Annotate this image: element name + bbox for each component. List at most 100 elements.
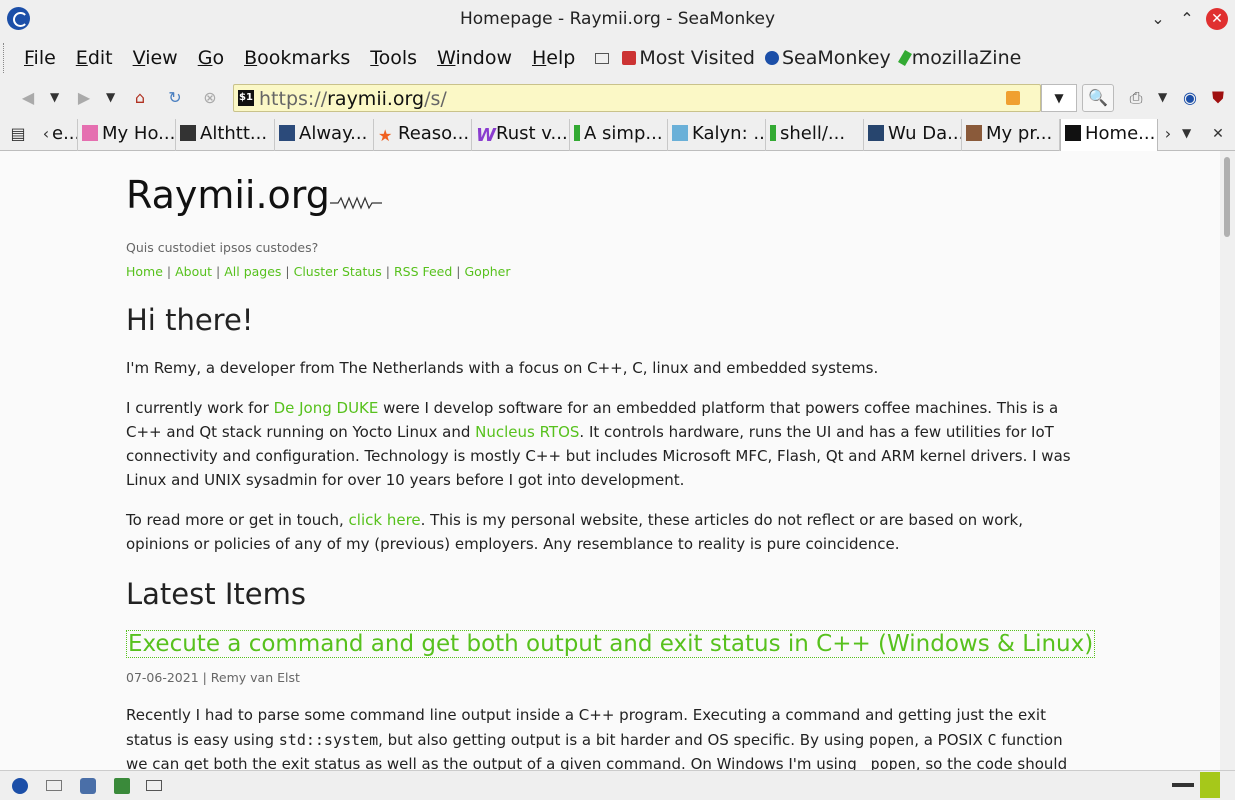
window-title: Homepage - Raymii.org - SeaMonkey — [459, 9, 776, 29]
menu-file[interactable]: File — [24, 47, 56, 69]
url-bar[interactable]: $1 https://raymii.org/s/ — [233, 84, 1041, 112]
stop-icon[interactable]: ⊗ — [200, 88, 220, 108]
scroll-tabs-right-icon[interactable]: › — [1158, 124, 1178, 144]
mail-icon[interactable] — [46, 780, 62, 791]
scrollbar-thumb[interactable] — [1224, 157, 1230, 237]
intro-paragraph: I'm Remy, a developer from The Netherlan… — [126, 359, 879, 377]
search-icon[interactable]: 🔍 — [1082, 84, 1114, 112]
link-click-here[interactable]: click here — [349, 511, 421, 529]
security-lock-icon[interactable] — [1200, 772, 1220, 798]
bookmarks-folder-icon[interactable] — [595, 52, 612, 64]
grid-icon — [279, 125, 295, 141]
page-heading: Hi there! — [126, 303, 254, 337]
navigation-toolbar: ◀ ▼ ▶ ▼ ⌂ ↻ ⊗ $1 https://raymii.org/s/ ▼… — [0, 79, 1235, 117]
url-dropdown-button[interactable]: ▼ — [1041, 84, 1077, 112]
tab-bar: ▤ ‹ e... My Ho... Althtt... Alway... ★ Re… — [0, 117, 1235, 151]
bookmark-most-visited[interactable]: Most Visited — [622, 47, 755, 69]
star-icon: ★ — [378, 126, 393, 145]
site-name[interactable]: Raymii.org — [126, 173, 330, 217]
bookmark-mozillazine[interactable]: mozillaZine — [897, 47, 1021, 69]
tab[interactable]: My Ho... — [78, 119, 176, 151]
forward-history-chevron-icon[interactable]: ▼ — [106, 90, 115, 104]
close-tab-icon[interactable]: ✕ — [1208, 124, 1228, 144]
nav-link-rss-feed[interactable]: RSS Feed — [394, 264, 452, 279]
tab-list-icon[interactable]: ▤ — [8, 124, 28, 144]
link-nucleus-rtos[interactable]: Nucleus RTOS — [475, 423, 579, 441]
tab-active[interactable]: Home... — [1060, 119, 1158, 151]
site-favicon-icon — [1065, 125, 1081, 141]
title-bar: Homepage - Raymii.org - SeaMonkey ⌄ ⌃ ✕ — [0, 0, 1235, 37]
ublock-icon[interactable]: ⛊ — [1208, 88, 1228, 108]
tab[interactable]: Kalyn: ... — [668, 119, 766, 151]
rss-feed-icon[interactable] — [1006, 91, 1020, 105]
article-summary: Recently I had to parse some command lin… — [126, 706, 1068, 770]
home-icon[interactable]: ⌂ — [130, 88, 150, 108]
composer-icon[interactable] — [80, 778, 96, 794]
contact-paragraph: To read more or get in touch, click here… — [126, 511, 1023, 553]
page-content: Raymii.org Quis custodiet ipsos custodes… — [0, 151, 1220, 770]
address-book-icon[interactable] — [114, 778, 130, 794]
print-chevron-icon[interactable]: ▼ — [1158, 90, 1167, 104]
seamonkey-throbber-icon[interactable]: ◉ — [1180, 88, 1200, 108]
irc-chat-icon[interactable] — [146, 780, 162, 791]
tab[interactable]: shell/... — [766, 119, 864, 151]
vertical-scrollbar[interactable] — [1220, 151, 1235, 770]
minimize-button[interactable]: ⌄ — [1147, 8, 1169, 30]
menu-help[interactable]: Help — [532, 47, 575, 69]
tab[interactable]: Althtt... — [176, 119, 275, 151]
back-icon[interactable]: ◀ — [18, 88, 38, 108]
tab[interactable]: My pr... — [962, 119, 1060, 151]
browser-icon[interactable] — [12, 778, 28, 794]
tab[interactable]: A simp... — [570, 119, 668, 151]
nav-link-about[interactable]: About — [175, 264, 212, 279]
tab[interactable]: e... — [48, 119, 78, 151]
close-window-button[interactable]: ✕ — [1206, 8, 1228, 30]
url-text[interactable]: https://raymii.org/s/ — [259, 88, 447, 110]
menu-view[interactable]: View — [133, 47, 178, 69]
toolbar-grip[interactable] — [3, 43, 6, 73]
article-meta: 07-06-2021 | Remy van Elst — [126, 670, 300, 685]
avatar-icon — [966, 125, 982, 141]
mozillazine-icon — [770, 125, 776, 141]
nav-link-home[interactable]: Home — [126, 264, 163, 279]
work-paragraph: I currently work for De Jong DUKE were I… — [126, 399, 1071, 489]
nav-link-all-pages[interactable]: All pages — [224, 264, 281, 279]
w-icon: W — [476, 125, 496, 146]
menu-bar: File Edit View Go Bookmarks Tools Window… — [0, 37, 1235, 79]
most-visited-icon — [622, 51, 637, 65]
image-icon — [672, 125, 688, 141]
nav-link-cluster-status[interactable]: Cluster Status — [294, 264, 382, 279]
tab[interactable]: ★ Reaso... — [374, 119, 472, 151]
latest-items-heading: Latest Items — [126, 577, 306, 611]
forward-icon[interactable]: ▶ — [74, 88, 94, 108]
reload-icon[interactable]: ↻ — [165, 88, 185, 108]
tab[interactable]: WRust v... — [472, 119, 570, 151]
tab[interactable]: Alway... — [275, 119, 374, 151]
maximize-button[interactable]: ⌃ — [1176, 8, 1198, 30]
menu-bookmarks[interactable]: Bookmarks — [244, 47, 350, 69]
tagline: Quis custodiet ipsos custodes? — [126, 240, 319, 255]
sqlite-icon — [180, 125, 196, 141]
back-history-chevron-icon[interactable]: ▼ — [50, 90, 59, 104]
link-de-jong-duke[interactable]: De Jong DUKE — [274, 399, 379, 417]
menu-window[interactable]: Window — [437, 47, 512, 69]
article-title-link[interactable]: Execute a command and get both output an… — [126, 630, 1096, 658]
menu-tools[interactable]: Tools — [370, 47, 417, 69]
status-bar — [0, 770, 1235, 800]
seamonkey-icon — [764, 51, 779, 65]
pen-icon — [82, 125, 98, 141]
menu-go[interactable]: Go — [198, 47, 224, 69]
mozillazine-icon — [897, 49, 912, 67]
squiggle-logo-icon — [330, 196, 382, 210]
site-favicon-icon: $1 — [238, 90, 254, 106]
mozillazine-icon — [574, 125, 580, 141]
site-nav: Home | About | All pages | Cluster Statu… — [126, 264, 511, 279]
bookmark-seamonkey[interactable]: SeaMonkey — [764, 47, 891, 69]
online-status-icon[interactable] — [1172, 783, 1194, 787]
tab[interactable]: Wu Da... — [864, 119, 962, 151]
all-tabs-chevron-icon[interactable]: ▼ — [1182, 126, 1191, 140]
nav-link-gopher[interactable]: Gopher — [464, 264, 510, 279]
menu-edit[interactable]: Edit — [76, 47, 113, 69]
print-icon[interactable]: ⎙ — [1126, 88, 1146, 108]
tds-icon — [868, 125, 884, 141]
